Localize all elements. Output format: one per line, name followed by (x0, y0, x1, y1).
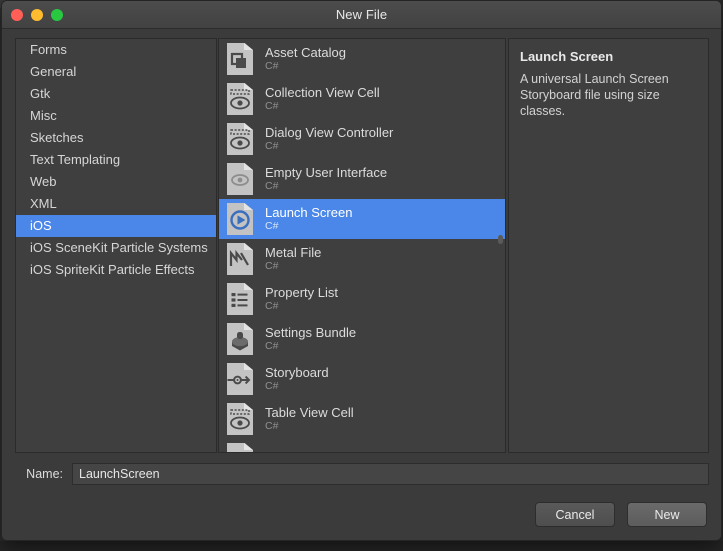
template-item-name: Table View Cell (265, 405, 354, 420)
minimize-button[interactable] (31, 8, 43, 21)
view-cell-icon (227, 83, 255, 115)
template-item-language: C# (265, 260, 279, 272)
template-item-text: Collection View Cell C# (265, 85, 380, 113)
category-item[interactable]: Text Templating (16, 149, 216, 171)
window-titlebar: New File (2, 1, 721, 29)
background-strip-bottom (0, 541, 723, 551)
template-item-text: Property List C# (265, 285, 338, 313)
category-item[interactable]: General (16, 61, 216, 83)
description-body: A universal Launch Screen Storyboard fil… (520, 72, 669, 118)
template-item-text: Storyboard C# (265, 365, 329, 393)
template-item-name: Asset Catalog (265, 45, 346, 60)
view-cell-icon (227, 403, 255, 435)
template-item-language: C# (265, 60, 279, 72)
template-item-name: Settings Bundle (265, 325, 357, 340)
launch-screen-icon (227, 203, 255, 235)
template-item[interactable]: Settings Bundle C# (219, 319, 505, 359)
template-item-text: Metal File C# (265, 245, 321, 273)
category-item[interactable]: Gtk (16, 83, 216, 105)
template-item-text: Empty User Interface C# (265, 165, 387, 193)
description-title: Launch Screen (520, 49, 614, 64)
category-item[interactable]: Web (16, 171, 216, 193)
template-item[interactable]: Metal File C# (219, 239, 505, 279)
template-item-name: Dialog View Controller (265, 125, 394, 140)
template-item-text: Settings Bundle C# (265, 325, 356, 353)
template-item-language: C# (265, 300, 279, 312)
template-list-scroll: Asset Catalog C# Collection View Cell C# Dia… (219, 39, 505, 452)
template-item-language: C# (265, 180, 279, 192)
template-list-scrollbar[interactable] (498, 235, 503, 244)
template-item-language: C# (265, 100, 279, 112)
document-icon (227, 443, 255, 452)
settings-bundle-icon (227, 323, 255, 355)
dialog-buttons: Cancel New (535, 502, 707, 527)
category-item[interactable]: iOS SpriteKit Particle Effects (16, 259, 216, 281)
asset-catalog-icon (227, 43, 255, 75)
template-item[interactable]: Collection View Cell C# (219, 79, 505, 119)
template-item-language: C# (265, 340, 279, 352)
template-item-text: Dialog View Controller C# (265, 125, 393, 153)
name-input[interactable] (72, 463, 709, 485)
category-item[interactable]: Sketches (16, 127, 216, 149)
description-panel: Launch Screen A universal Launch Screen … (508, 38, 709, 453)
template-item-name: Metal File (265, 245, 322, 260)
category-item[interactable]: iOS (16, 215, 216, 237)
template-item[interactable]: Empty User Interface C# (219, 159, 505, 199)
template-item[interactable]: Launch Screen C# (219, 199, 505, 239)
metal-file-icon (227, 243, 255, 275)
template-item-text: Launch Screen C# (265, 205, 352, 233)
view-cell-icon (227, 123, 255, 155)
name-row: Name: (15, 463, 709, 485)
template-item-name: Property List (265, 285, 338, 300)
template-item-language: C# (265, 420, 279, 432)
empty-interface-icon (227, 163, 255, 195)
template-list[interactable]: Asset Catalog C# Collection View Cell C# Dia… (218, 38, 506, 453)
template-item-partial[interactable] (219, 439, 505, 452)
template-item[interactable]: Table View Cell C# (219, 399, 505, 439)
name-label: Name: (26, 467, 63, 481)
close-button[interactable] (11, 8, 23, 21)
template-item[interactable]: Storyboard C# (219, 359, 505, 399)
storyboard-icon (227, 363, 255, 395)
category-list[interactable]: Forms General Gtk Misc Sketches Text Templati… (15, 38, 217, 453)
category-item[interactable]: Forms (16, 39, 216, 61)
template-item-text: Asset Catalog C# (265, 45, 346, 73)
maximize-button[interactable] (51, 8, 63, 21)
template-item[interactable]: Dialog View Controller C# (219, 119, 505, 159)
template-item-language: C# (265, 380, 279, 392)
template-item-text: Table View Cell C# (265, 405, 354, 433)
category-item[interactable]: XML (16, 193, 216, 215)
window-controls (11, 1, 63, 28)
template-item-name: Storyboard (265, 365, 329, 380)
new-button[interactable]: New (627, 502, 707, 527)
template-item-name: Launch Screen (265, 205, 353, 220)
template-item[interactable]: Asset Catalog C# (219, 39, 505, 79)
window-title: New File (335, 7, 388, 22)
category-item[interactable]: iOS SceneKit Particle Systems (16, 237, 216, 259)
new-file-dialog: New File Forms General Gtk Misc Sketches Text… (1, 0, 722, 541)
template-item[interactable]: Property List C# (219, 279, 505, 319)
template-item-language: C# (265, 140, 279, 152)
property-list-icon (227, 283, 255, 315)
category-item[interactable]: Misc (16, 105, 216, 127)
template-item-language: C# (265, 220, 279, 232)
dialog-body: Forms General Gtk Misc Sketches Text Templati… (2, 29, 721, 540)
cancel-button[interactable]: Cancel (535, 502, 615, 527)
template-item-name: Collection View Cell (265, 85, 380, 100)
template-item-name: Empty User Interface (265, 165, 388, 180)
